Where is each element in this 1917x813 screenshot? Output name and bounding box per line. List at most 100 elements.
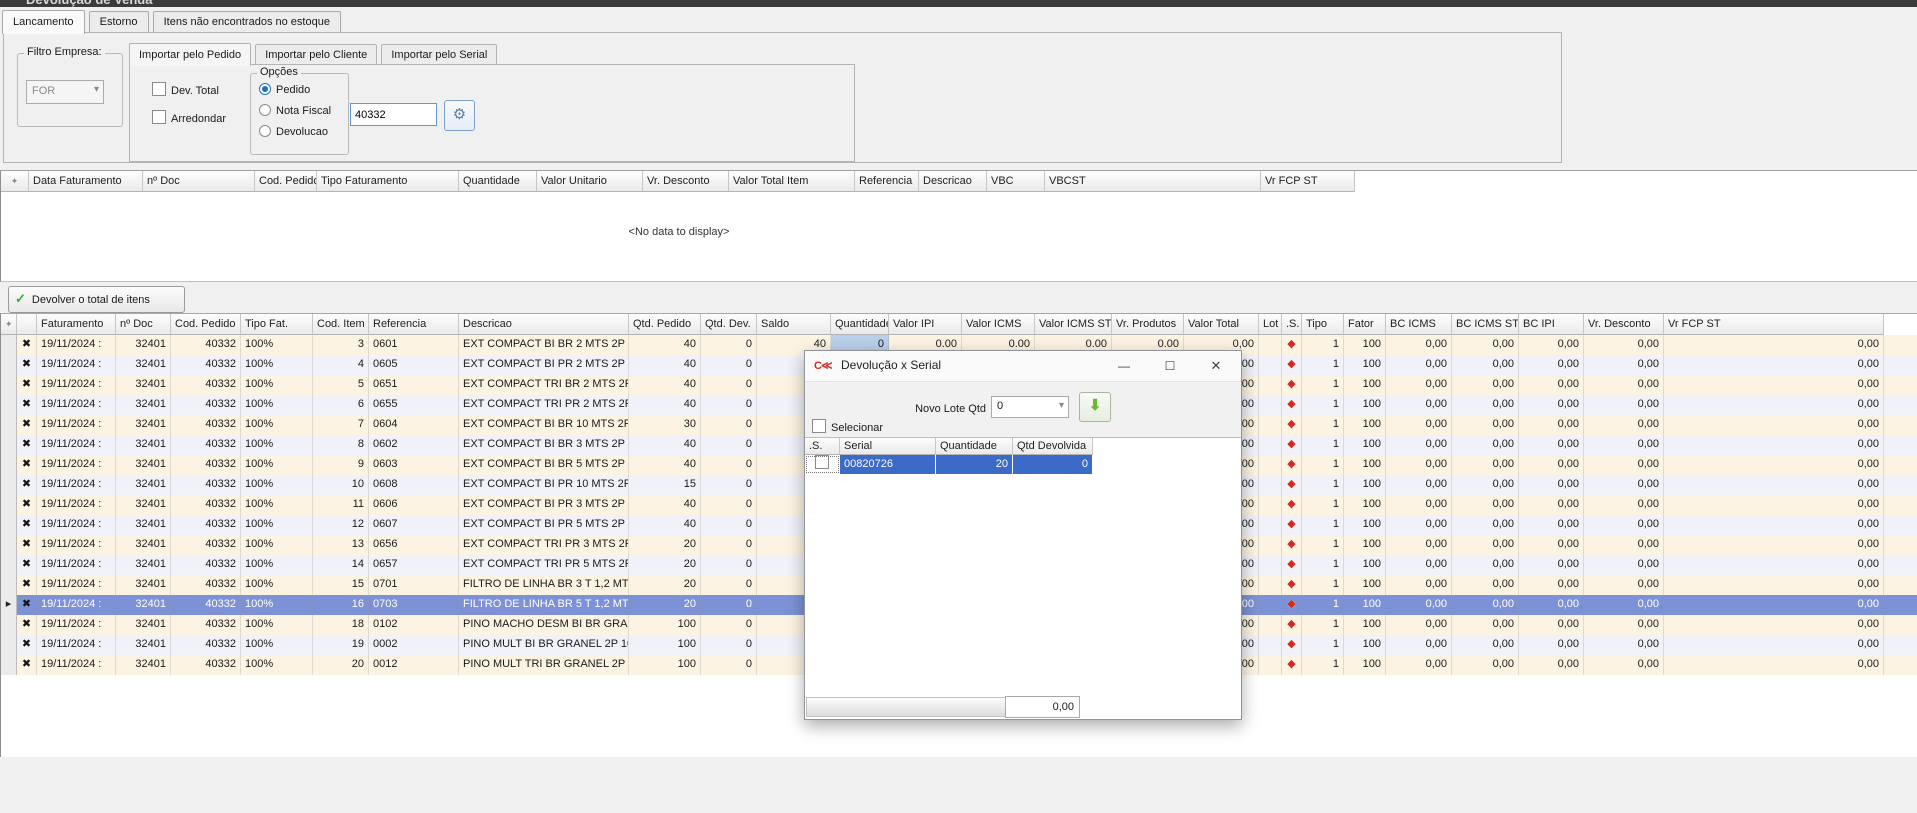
cell-bc_ipi[interactable]: 0,00 bbox=[1519, 655, 1584, 675]
cell-fator[interactable]: 100 bbox=[1344, 335, 1386, 355]
cell-vr_desconto[interactable]: 0,00 bbox=[1584, 335, 1664, 355]
cell-qtd_dev[interactable]: 0 bbox=[701, 435, 757, 455]
cell-item[interactable]: 12 bbox=[313, 515, 369, 535]
cell-bc_ipi[interactable]: 0,00 bbox=[1519, 555, 1584, 575]
cell-item[interactable]: 4 bbox=[313, 355, 369, 375]
cell-faturamento[interactable]: 19/11/2024 : bbox=[37, 355, 116, 375]
cell-pedido[interactable]: 40332 bbox=[171, 575, 241, 595]
cell-bc_icms_st[interactable]: 0,00 bbox=[1452, 475, 1519, 495]
cell-bc_icms_st[interactable]: 0,00 bbox=[1452, 655, 1519, 675]
cell-bc_ipi[interactable]: 0,00 bbox=[1519, 495, 1584, 515]
cell-vr_fcp_st[interactable]: 0,00 bbox=[1664, 435, 1884, 455]
cell-doc[interactable]: 32401 bbox=[116, 595, 171, 615]
cell-item[interactable]: 11 bbox=[313, 495, 369, 515]
cell-item[interactable]: 10 bbox=[313, 475, 369, 495]
cell-doc[interactable]: 32401 bbox=[116, 535, 171, 555]
cell-desc[interactable]: EXT COMPACT BI PR 2 MTS 2P : bbox=[459, 355, 629, 375]
row-indicator[interactable] bbox=[1, 615, 17, 635]
empresa-select[interactable]: FOR ▾ bbox=[26, 80, 104, 104]
cell-lot[interactable] bbox=[1259, 515, 1282, 535]
serial-grid-header-quantidade[interactable]: Quantidade bbox=[936, 438, 1013, 455]
cell-pedido[interactable]: 40332 bbox=[171, 395, 241, 415]
cell-doc[interactable]: 32401 bbox=[116, 495, 171, 515]
cell-pedido[interactable]: 40332 bbox=[171, 475, 241, 495]
cell-ref[interactable]: 0608 bbox=[369, 475, 459, 495]
cell-doc[interactable]: 32401 bbox=[116, 615, 171, 635]
cell-bc_icms[interactable]: 0,00 bbox=[1386, 435, 1452, 455]
cell-vr_fcp_st[interactable]: 0,00 bbox=[1664, 355, 1884, 375]
row-indicator[interactable] bbox=[1, 655, 17, 675]
cell-ref[interactable]: 0012 bbox=[369, 655, 459, 675]
cell-bc_ipi[interactable]: 0,00 bbox=[1519, 475, 1584, 495]
delete-row-icon[interactable]: ✖ bbox=[17, 575, 37, 595]
lot-tag-icon[interactable]: ◆ bbox=[1282, 655, 1302, 675]
cell-faturamento[interactable]: 19/11/2024 : bbox=[37, 395, 116, 415]
lot-tag-icon[interactable]: ◆ bbox=[1282, 615, 1302, 635]
items-grid-header-valor-ipi[interactable]: Valor IPI bbox=[889, 314, 962, 335]
cell-item[interactable]: 16 bbox=[313, 595, 369, 615]
cell-tipo[interactable]: 1 bbox=[1302, 475, 1344, 495]
cell-bc_icms[interactable]: 0,00 bbox=[1386, 335, 1452, 355]
cell-bc_ipi[interactable]: 0,00 bbox=[1519, 635, 1584, 655]
lot-tag-icon[interactable]: ◆ bbox=[1282, 455, 1302, 475]
items-grid-header-cod-item[interactable]: Cod. Item bbox=[313, 314, 369, 335]
cell-qtd_pedido[interactable]: 20 bbox=[629, 595, 701, 615]
cell-tipo_fat[interactable]: 100% bbox=[241, 575, 313, 595]
cell-bc_icms[interactable]: 0,00 bbox=[1386, 475, 1452, 495]
cell-doc[interactable]: 32401 bbox=[116, 435, 171, 455]
cell-pedido[interactable]: 40332 bbox=[171, 455, 241, 475]
cell-tipo_fat[interactable]: 100% bbox=[241, 415, 313, 435]
cell-tipo[interactable]: 1 bbox=[1302, 455, 1344, 475]
cell-tipo_fat[interactable]: 100% bbox=[241, 495, 313, 515]
apply-lote-button[interactable]: ⬇ bbox=[1079, 392, 1111, 422]
cell-bc_icms_st[interactable]: 0,00 bbox=[1452, 395, 1519, 415]
cell-pedido[interactable]: 40332 bbox=[171, 515, 241, 535]
cell-bc_icms_st[interactable]: 0,00 bbox=[1452, 415, 1519, 435]
cell-bc_icms[interactable]: 0,00 bbox=[1386, 615, 1452, 635]
items-grid-header-faturamento[interactable]: Faturamento bbox=[37, 314, 116, 335]
cell-vr_fcp_st[interactable]: 0,00 bbox=[1664, 515, 1884, 535]
cell-qtd_dev[interactable]: 0 bbox=[701, 615, 757, 635]
cell-qtd_pedido[interactable]: 40 bbox=[629, 435, 701, 455]
lot-tag-icon[interactable]: ◆ bbox=[1282, 515, 1302, 535]
cell-qtd_pedido[interactable]: 15 bbox=[629, 475, 701, 495]
cell-pedido[interactable]: 40332 bbox=[171, 535, 241, 555]
cell-item[interactable]: 9 bbox=[313, 455, 369, 475]
cell-ref[interactable]: 0605 bbox=[369, 355, 459, 375]
cell-doc[interactable]: 32401 bbox=[116, 655, 171, 675]
cell-item[interactable]: 5 bbox=[313, 375, 369, 395]
import-settings-button[interactable]: ⚙ bbox=[444, 100, 475, 131]
items-grid-header-referencia[interactable]: Referencia bbox=[369, 314, 459, 335]
delete-row-icon[interactable]: ✖ bbox=[17, 375, 37, 395]
row-indicator[interactable] bbox=[1, 395, 17, 415]
cell-fator[interactable]: 100 bbox=[1344, 535, 1386, 555]
cell-qtd_dev[interactable]: 0 bbox=[701, 595, 757, 615]
cell-vr_desconto[interactable]: 0,00 bbox=[1584, 415, 1664, 435]
cell-fator[interactable]: 100 bbox=[1344, 515, 1386, 535]
cell-vr_fcp_st[interactable]: 0,00 bbox=[1664, 395, 1884, 415]
faturamento-grid-header-tipo-faturamento[interactable]: Tipo Faturamento bbox=[317, 171, 459, 192]
cell-bc_icms[interactable]: 0,00 bbox=[1386, 575, 1452, 595]
cell-qtd_pedido[interactable]: 40 bbox=[629, 455, 701, 475]
cell-bc_ipi[interactable]: 0,00 bbox=[1519, 455, 1584, 475]
items-grid-header-qtd-dev-[interactable]: Qtd. Dev. bbox=[701, 314, 757, 335]
delete-row-icon[interactable]: ✖ bbox=[17, 635, 37, 655]
delete-row-icon[interactable]: ✖ bbox=[17, 515, 37, 535]
items-grid-header-lot[interactable]: Lot bbox=[1259, 314, 1282, 335]
cell-lot[interactable] bbox=[1259, 435, 1282, 455]
delete-row-icon[interactable]: ✖ bbox=[17, 395, 37, 415]
cell-qtd_dev[interactable]: 0 bbox=[701, 375, 757, 395]
row-indicator[interactable] bbox=[1, 495, 17, 515]
cell-doc[interactable]: 32401 bbox=[116, 575, 171, 595]
cell-bc_icms_st[interactable]: 0,00 bbox=[1452, 435, 1519, 455]
cell-tipo_fat[interactable]: 100% bbox=[241, 395, 313, 415]
faturamento-grid-header-cod-pedido[interactable]: Cod. Pedido bbox=[255, 171, 317, 192]
cell-qtd_pedido[interactable]: 40 bbox=[629, 495, 701, 515]
cell-lot[interactable] bbox=[1259, 595, 1282, 615]
cell-desc[interactable]: EXT COMPACT BI BR 2 MTS 2P : bbox=[459, 335, 629, 355]
cell-tipo[interactable]: 1 bbox=[1302, 535, 1344, 555]
cell-lot[interactable] bbox=[1259, 355, 1282, 375]
cell-desc[interactable]: PINO MACHO DESM BI BR GRAN bbox=[459, 615, 629, 635]
cell-bc_icms_st[interactable]: 0,00 bbox=[1452, 575, 1519, 595]
lot-tag-icon[interactable]: ◆ bbox=[1282, 495, 1302, 515]
